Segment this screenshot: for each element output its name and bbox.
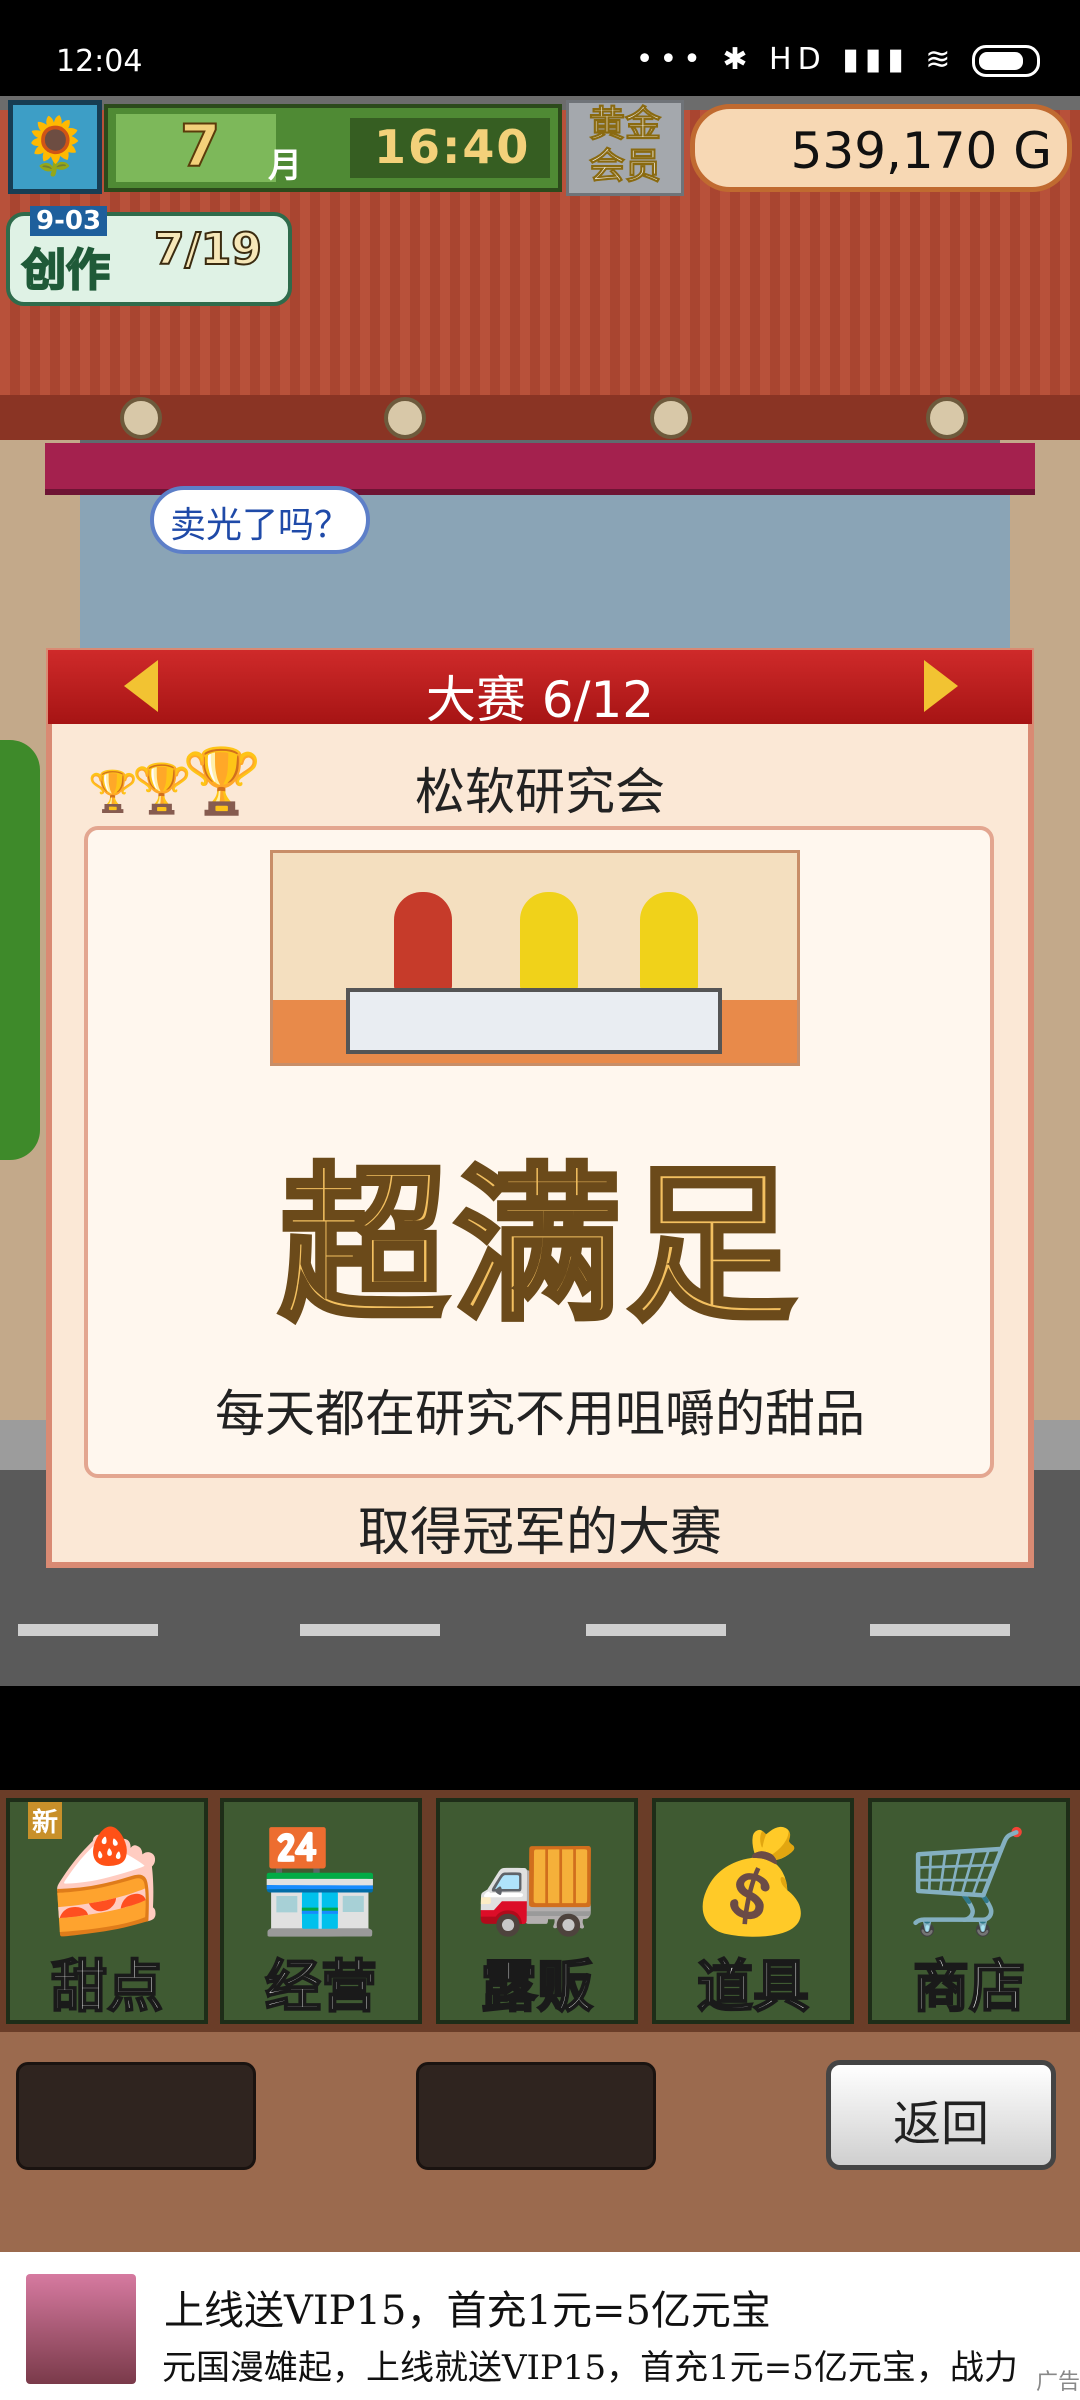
contest-title: 大赛 6/12	[425, 671, 655, 729]
road-marking	[586, 1624, 726, 1636]
create-date: 9-03	[30, 206, 108, 236]
menu-label-manage: 经营	[264, 1954, 378, 2021]
rating-text: 超满足	[277, 1146, 801, 1347]
empty-slot	[16, 2062, 256, 2170]
roof-lamp	[650, 397, 692, 439]
roof-lamp	[926, 397, 968, 439]
menu-label-dessert: 甜点	[50, 1954, 164, 2021]
roof-lamp	[120, 397, 162, 439]
create-label: 创作	[21, 244, 111, 297]
street-tree	[0, 740, 40, 1160]
new-badge: 新	[28, 1802, 63, 1839]
next-arrow-icon[interactable]	[924, 660, 958, 712]
gold-trophy-icon: 🏆	[182, 745, 262, 819]
judge-table	[346, 988, 722, 1054]
battery-icon	[972, 44, 1040, 77]
roof-eave	[0, 395, 1080, 440]
create-count: 7/19	[153, 223, 263, 276]
team-name: 松软研究会	[415, 763, 665, 821]
shopping-cart-icon: 🛒	[905, 1823, 1031, 1940]
food-truck-icon: 🚚	[473, 1823, 599, 1940]
road-marking	[870, 1624, 1010, 1636]
menu-label-store: 商店	[912, 1954, 1026, 2021]
shop-icon: 🏪	[257, 1823, 383, 1940]
judge-comment: 每天都在研究不用咀嚼的甜品	[215, 1385, 865, 1443]
road-marking	[300, 1624, 440, 1636]
judge-figure	[520, 892, 578, 992]
month-number: 7	[179, 111, 221, 181]
ad-description[interactable]: 元国漫雄起，上线就送VIP15，首充1元=5亿元宝，战力	[162, 2340, 1062, 2389]
cake-icon: 🍰	[43, 1823, 169, 1940]
won-contest-label: 取得冠军的大赛	[357, 1503, 722, 1563]
menu-label-stall: 露贩	[480, 1954, 594, 2021]
back-button-label: 返回	[892, 2096, 989, 2152]
month-unit: 月	[268, 146, 302, 186]
sunflower-icon[interactable]: 🌻	[8, 100, 102, 194]
judge-figure	[394, 892, 452, 992]
ad-thumbnail[interactable]	[26, 2274, 136, 2384]
menu-label-items: 道具	[696, 1954, 810, 2021]
signal-wifi-icons: ••• ✱ HD ▮▮▮ ≋	[635, 42, 957, 77]
judge-figure	[640, 892, 698, 992]
vip-label: 黄金会员	[588, 104, 661, 188]
previous-arrow-icon[interactable]	[124, 660, 158, 712]
bronze-trophy-icon: 🏆	[88, 769, 138, 815]
status-clock: 12:04	[56, 44, 143, 79]
status-icons: ••• ✱ HD ▮▮▮ ≋	[636, 42, 1040, 77]
road-marking	[18, 1624, 158, 1636]
speech-bubble-text: 卖光了吗？	[170, 505, 351, 546]
ad-title[interactable]: 上线送VIP15，首充1元=5亿元宝	[164, 2278, 771, 2336]
game-time: 16:40	[374, 120, 531, 174]
items-bag-icon: 💰	[689, 1823, 815, 1940]
money-amount: 539,170 G	[790, 122, 1052, 180]
roof-lamp	[384, 397, 426, 439]
ad-mark: 广告	[1036, 2370, 1080, 2395]
empty-slot	[416, 2062, 656, 2170]
